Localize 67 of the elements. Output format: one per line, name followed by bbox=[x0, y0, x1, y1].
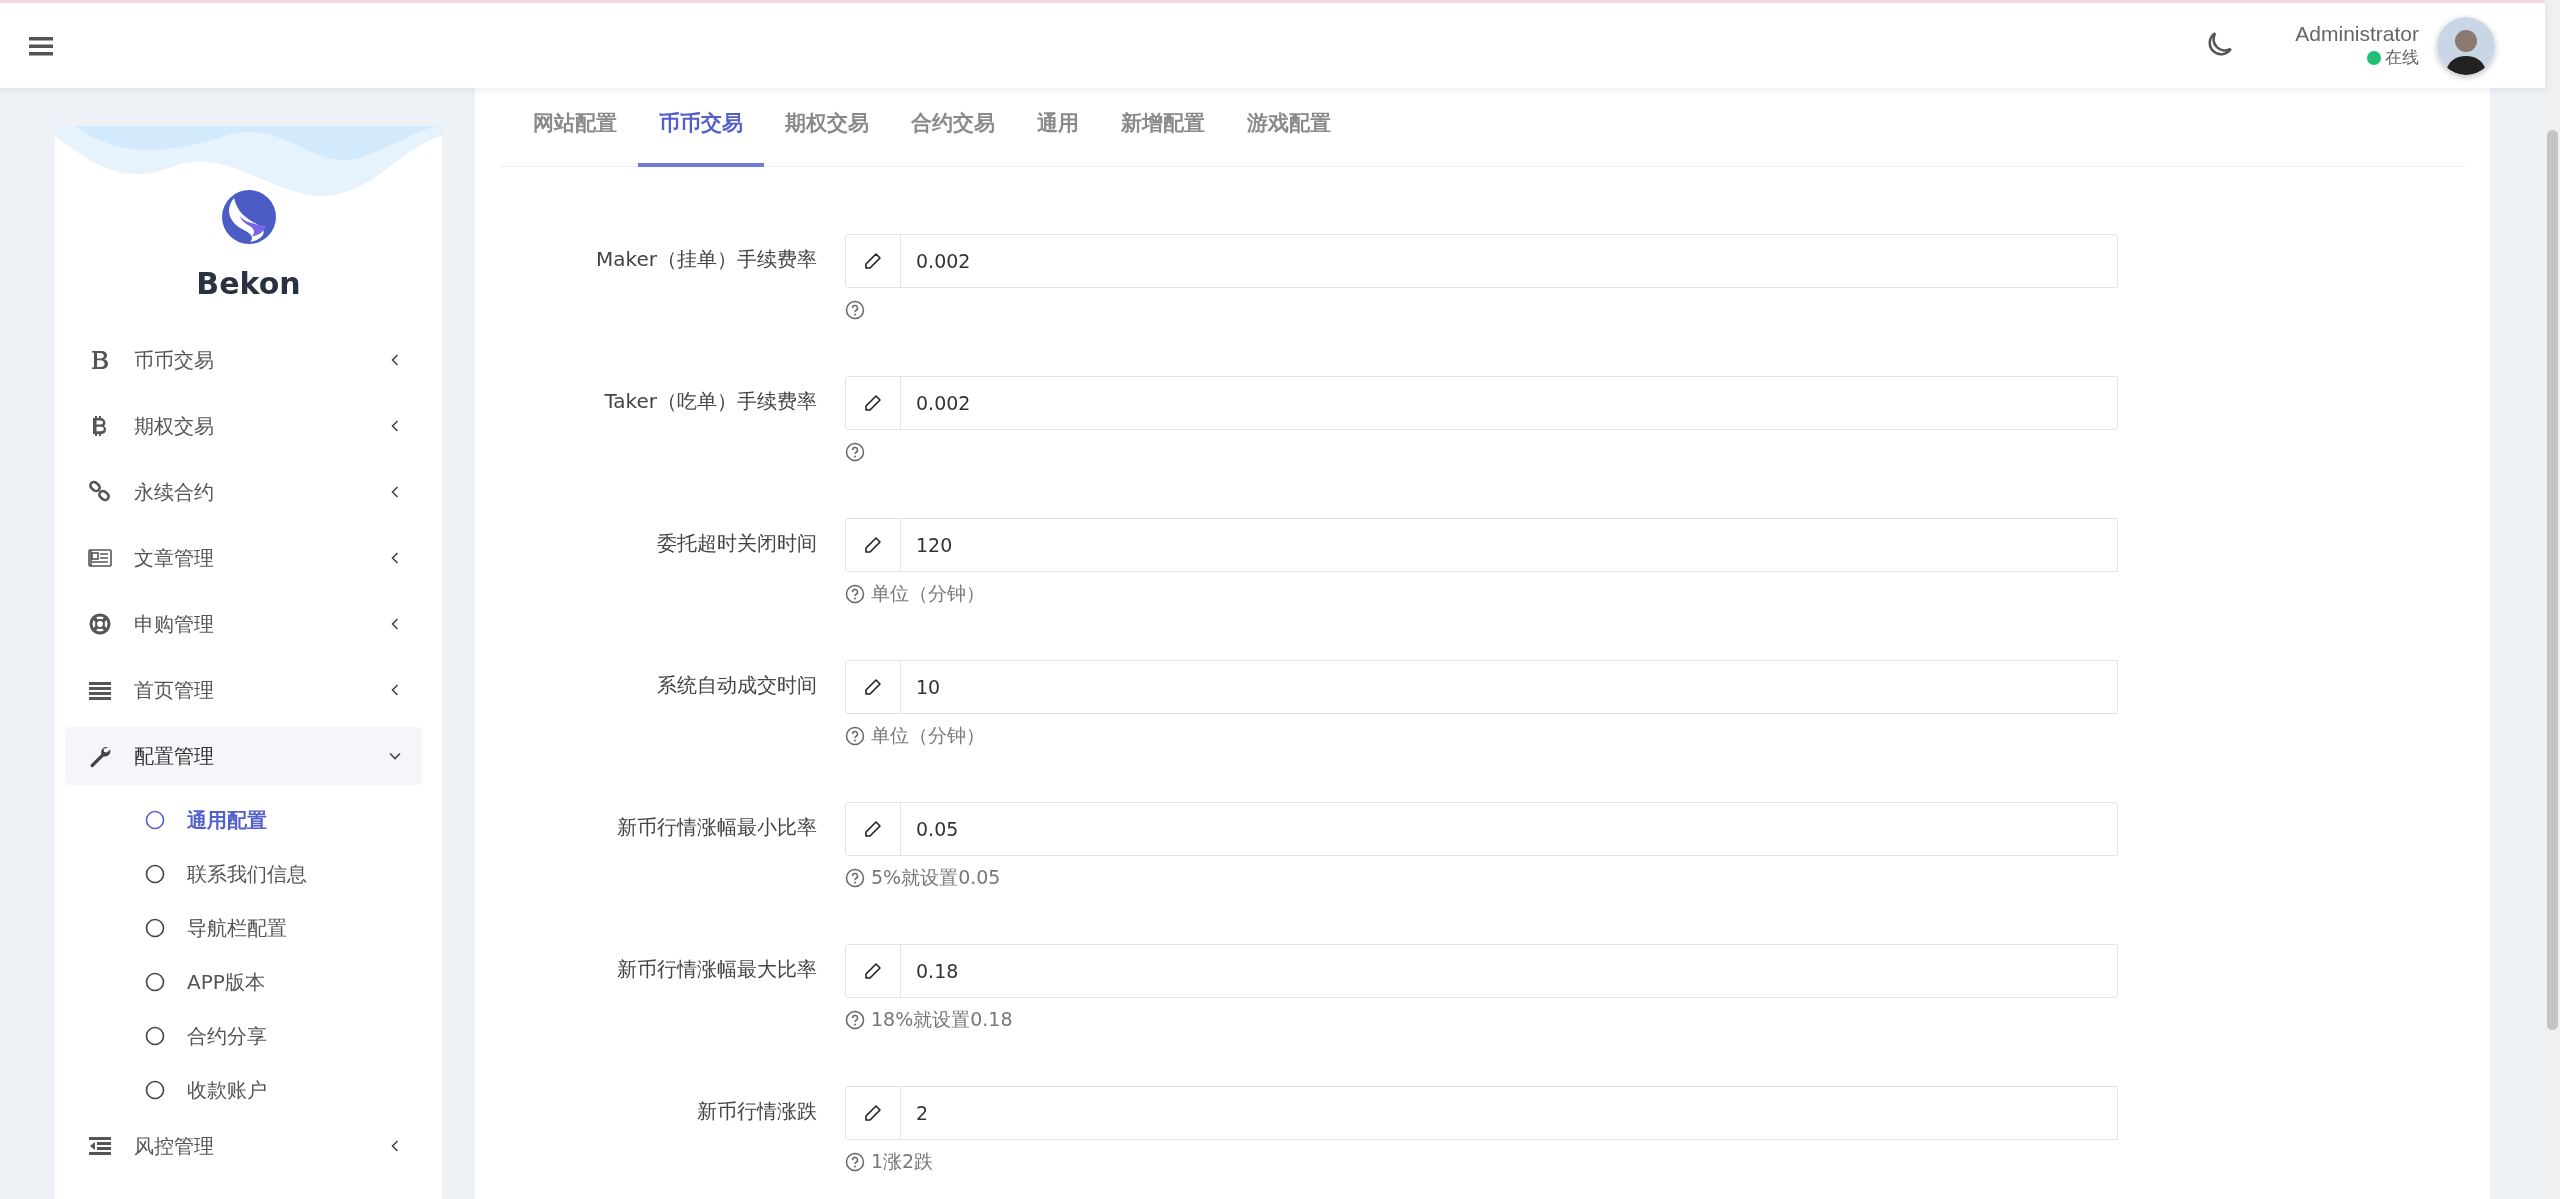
sidebar-item[interactable]: 币币交易 bbox=[65, 331, 422, 389]
pencil-icon bbox=[863, 961, 883, 981]
menu-item-icon bbox=[88, 744, 112, 768]
scrollbar[interactable] bbox=[2545, 0, 2560, 1199]
sidebar-item[interactable]: 文章管理 bbox=[65, 529, 422, 587]
help-icon bbox=[845, 868, 865, 888]
status-dot bbox=[2367, 50, 2381, 65]
input-field[interactable]: 0.18 bbox=[901, 944, 2118, 998]
brand-name: Bekon bbox=[196, 266, 301, 301]
hint-text: 单位（分钟） bbox=[871, 581, 985, 606]
sidebar-item[interactable]: 首页管理 bbox=[65, 661, 422, 719]
help-icon bbox=[845, 1010, 865, 1030]
help-icon bbox=[845, 300, 865, 320]
sidebar-item[interactable]: 永续合约 bbox=[65, 463, 422, 521]
circle-icon bbox=[145, 918, 165, 938]
circle-icon bbox=[145, 1026, 165, 1046]
input-field[interactable]: 0.002 bbox=[901, 376, 2118, 430]
sidebar-item[interactable]: 风控管理 bbox=[65, 1117, 422, 1175]
pencil-icon bbox=[863, 393, 883, 413]
help-icon bbox=[845, 726, 865, 746]
pencil-icon bbox=[863, 677, 883, 697]
field-label: 新币行情涨跌 bbox=[696, 1098, 817, 1125]
avatar[interactable] bbox=[2437, 16, 2495, 75]
menu-icon[interactable] bbox=[28, 34, 54, 57]
field-label: Maker（挂单）手续费率 bbox=[595, 246, 817, 273]
menu-item-icon bbox=[88, 480, 112, 504]
circle-icon bbox=[145, 864, 165, 884]
submenu-item[interactable]: 合约分享 bbox=[65, 1009, 422, 1063]
circle-icon bbox=[145, 1080, 165, 1100]
hint-text: 1涨2跌 bbox=[871, 1149, 934, 1174]
submenu-item[interactable]: 联系我们信息 bbox=[65, 847, 422, 901]
hint-text: 5%就设置0.05 bbox=[871, 865, 1001, 890]
menu-item-icon bbox=[88, 1134, 112, 1158]
menu-item-icon bbox=[88, 612, 112, 636]
submenu-item[interactable]: APP版本 bbox=[65, 955, 422, 1009]
hint-text: 18%就设置0.18 bbox=[871, 1007, 1013, 1032]
tab[interactable]: 币币交易 bbox=[638, 88, 764, 167]
help-icon bbox=[845, 1152, 865, 1172]
field-label: 新币行情涨幅最大比率 bbox=[616, 956, 817, 983]
field-label: Taker（吃单）手续费率 bbox=[603, 388, 817, 415]
input-field[interactable]: 2 bbox=[901, 1086, 2118, 1140]
input-field[interactable]: 0.05 bbox=[901, 802, 2118, 856]
submenu-item[interactable]: 导航栏配置 bbox=[65, 901, 422, 955]
field-label: 系统自动成交时间 bbox=[656, 672, 817, 699]
input-field[interactable]: 120 bbox=[901, 518, 2118, 572]
user-name: Administrator bbox=[2295, 22, 2419, 46]
pencil-icon bbox=[863, 819, 883, 839]
field-label: 新币行情涨幅最小比率 bbox=[616, 814, 817, 841]
sidebar-item[interactable]: 配置管理 bbox=[65, 727, 422, 785]
submenu-item[interactable]: 收款账户 bbox=[65, 1063, 422, 1117]
input-field[interactable]: 10 bbox=[901, 660, 2118, 714]
help-icon bbox=[845, 584, 865, 604]
status-text: 在线 bbox=[2385, 46, 2419, 69]
pencil-icon bbox=[863, 535, 883, 555]
sidebar-item[interactable]: 期权交易 bbox=[65, 397, 422, 455]
logo-icon bbox=[221, 190, 276, 244]
help-icon bbox=[845, 442, 865, 462]
circle-icon bbox=[145, 972, 165, 992]
sidebar-item[interactable]: 申购管理 bbox=[65, 595, 422, 653]
pencil-icon bbox=[863, 251, 883, 271]
menu-item-icon bbox=[88, 546, 112, 570]
submenu-item[interactable]: 通用配置 bbox=[65, 793, 422, 847]
hint-text: 单位（分钟） bbox=[871, 723, 985, 748]
circle-icon bbox=[145, 810, 165, 830]
pencil-icon bbox=[863, 1103, 883, 1123]
field-label: 委托超时关闭时间 bbox=[656, 530, 817, 557]
input-field[interactable]: 0.002 bbox=[901, 234, 2118, 288]
